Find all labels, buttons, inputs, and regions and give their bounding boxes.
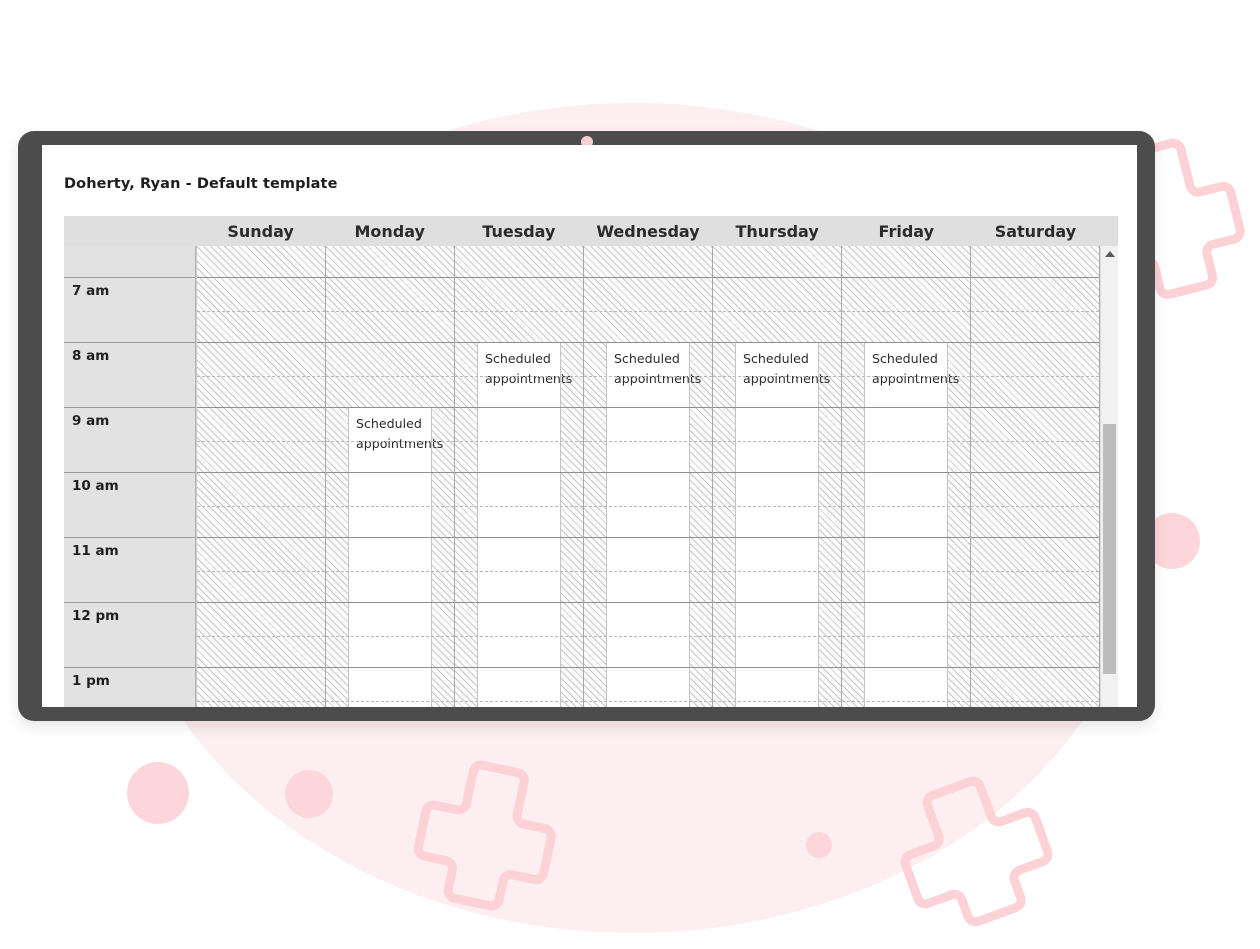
scroll-up-button[interactable] [1101,246,1118,262]
appointment-block-tuesday[interactable]: Scheduled appointments [477,343,573,707]
time-row-1pm: 1 pm [64,668,195,707]
day-column-monday[interactable]: Scheduled appointments [326,246,455,707]
day-columns: Scheduled appointments Scheduled appoint… [196,246,1100,707]
device-frame: Doherty, Ryan - Default template Sunday … [18,131,1155,721]
appointment-block-thursday[interactable]: Scheduled appointments [735,343,831,707]
time-row-8am: 8 am [64,343,195,408]
appointment-block-friday[interactable]: Scheduled appointments [864,343,960,707]
time-label: 9 am [72,413,110,429]
time-gutter-spacer [64,246,195,278]
time-row-10am: 10 am [64,473,195,538]
day-header-sunday[interactable]: Sunday [196,216,325,246]
time-row-7am: 7 am [64,278,195,343]
device-screen: Doherty, Ryan - Default template Sunday … [42,145,1137,707]
page-title: Doherty, Ryan - Default template [64,176,338,192]
day-column-tuesday[interactable]: Scheduled appointments [455,246,584,707]
time-label: 11 am [72,543,119,559]
time-row-9am: 9 am [64,408,195,473]
day-header-tuesday[interactable]: Tuesday [454,216,583,246]
time-label: 12 pm [72,608,120,624]
appointment-block-label: Scheduled appointments [485,351,573,386]
time-row-12pm: 12 pm [64,603,195,668]
unavailable-hatch [197,246,325,707]
appointment-block-monday[interactable]: Scheduled appointments [348,408,444,707]
calendar-grid: Sunday Monday Tuesday Wednesday Thursday… [64,216,1118,707]
time-label: 7 am [72,283,110,299]
calendar-header-row: Sunday Monday Tuesday Wednesday Thursday… [64,216,1118,246]
appointment-block-label: Scheduled appointments [614,351,702,386]
day-column-wednesday[interactable]: Scheduled appointments [584,246,713,707]
pink-dot-lower-left [127,762,189,824]
vertical-scrollbar[interactable] [1100,246,1118,707]
screenshot-root: Doherty, Ryan - Default template Sunday … [0,0,1260,949]
calendar-body: 7 am 8 am 9 am 10 am 11 am 12 pm 1 pm Sc… [64,246,1118,707]
pink-cross-outline-bottom-left-icon [413,760,556,911]
pink-dot-tiny [806,832,832,858]
day-column-thursday[interactable]: Scheduled appointments [713,246,842,707]
appointment-block-label: Scheduled appointments [743,351,831,386]
appointment-block-wednesday[interactable]: Scheduled appointments [606,343,702,707]
day-header-thursday[interactable]: Thursday [713,216,842,246]
appointment-block-label: Scheduled appointments [356,416,444,451]
pink-cross-outline-bottom-right-icon [900,776,1053,927]
header-scrollbar-spacer [1100,216,1118,246]
scrollbar-thumb[interactable] [1103,424,1116,674]
time-label: 1 pm [72,673,110,689]
time-label: 10 am [72,478,119,494]
day-column-sunday[interactable] [196,246,326,707]
time-gutter: 7 am 8 am 9 am 10 am 11 am 12 pm 1 pm [64,246,196,707]
day-header-friday[interactable]: Friday [842,216,971,246]
unavailable-hatch [971,246,1099,707]
calendar-corner-cell [64,216,196,246]
time-label: 8 am [72,348,110,364]
day-column-saturday[interactable] [971,246,1100,707]
pink-dot-lower-left-small [285,770,333,818]
triangle-up-icon [1104,251,1115,257]
time-row-11am: 11 am [64,538,195,603]
day-header-monday[interactable]: Monday [325,216,454,246]
appointment-block-label: Scheduled appointments [872,351,960,386]
day-header-saturday[interactable]: Saturday [971,216,1100,246]
day-header-wednesday[interactable]: Wednesday [583,216,712,246]
day-column-friday[interactable]: Scheduled appointments [842,246,971,707]
